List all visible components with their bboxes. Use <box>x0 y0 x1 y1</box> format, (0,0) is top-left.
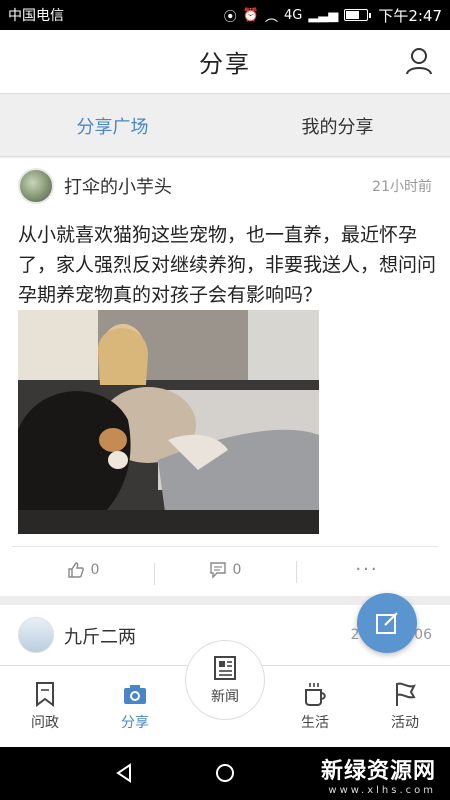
nav-label: 活动 <box>391 715 419 731</box>
tab-my-share[interactable]: 我的分享 <box>225 95 450 156</box>
tab-share-square[interactable]: 分享广场 <box>0 95 225 156</box>
post-header: 打伞的小芋头 21小时前 <box>18 166 432 206</box>
nav-label: 分享 <box>121 715 149 731</box>
nav-item-news[interactable]: 新闻 <box>185 640 265 720</box>
back-icon[interactable] <box>115 763 135 783</box>
post-actions: 0 0 ··· <box>12 546 438 592</box>
newspaper-icon <box>214 656 236 680</box>
post-author[interactable]: 九斤二两 <box>64 623 136 649</box>
post-text: 从小就喜欢猫狗这些宠物，也一直养，最近怀孕了，家人强烈反对继续养狗，非要我送人，… <box>18 224 437 306</box>
compose-button[interactable] <box>357 593 417 653</box>
nav-item-activity[interactable]: 活动 <box>365 680 445 732</box>
nav-label: 新闻 <box>211 689 239 705</box>
nav-item-wenzheng[interactable]: 问政 <box>5 680 85 732</box>
more-icon: ··· <box>355 559 379 580</box>
avatar[interactable] <box>18 168 54 204</box>
post-author[interactable]: 打伞的小芋头 <box>64 173 372 199</box>
cup-icon <box>305 683 326 706</box>
watermark-title: 新绿资源网 <box>320 759 436 784</box>
nav-item-share[interactable]: 分享 <box>95 680 175 732</box>
system-nav-bar: 新绿资源网 www.xlhs.com <box>0 747 450 800</box>
status-bar: 中国电信 ⦿ ⏰ ︵ 4G ▂▃▅ 下午2:47 <box>0 0 450 30</box>
battery-fill <box>346 11 360 19</box>
page-title: 分享 <box>199 50 251 78</box>
status-icons: ⦿ ⏰ ︵ 4G ▂▃▅ 下午2:47 <box>224 5 442 26</box>
nav-label: 问政 <box>31 715 59 731</box>
location-icon: ⦿ <box>223 9 237 25</box>
wifi-icon: ︵ <box>264 9 278 25</box>
thumbs-up-icon <box>67 561 84 578</box>
battery-icon <box>344 9 372 21</box>
tab-bar: 分享广场 我的分享 <box>0 95 450 157</box>
network-label: 4G <box>283 7 303 23</box>
post-photo[interactable] <box>18 310 319 534</box>
home-icon[interactable] <box>215 763 235 783</box>
post-card[interactable]: 打伞的小芋头 21小时前 从小就喜欢猫狗这些宠物，也一直养，最近怀孕了，家人强烈… <box>0 158 450 596</box>
comment-button[interactable]: 0 <box>154 561 296 585</box>
like-button[interactable]: 0 <box>12 561 154 579</box>
clock: 下午2:47 <box>378 6 442 25</box>
nav-item-life[interactable]: 生活 <box>275 680 355 732</box>
nav-label: 生活 <box>301 715 329 731</box>
photo-illustration <box>18 310 319 534</box>
comment-count: 0 <box>232 561 242 578</box>
bookmark-icon <box>36 682 54 707</box>
camera-icon <box>124 685 146 704</box>
post-time: 21小时前 <box>372 179 432 195</box>
carrier-label: 中国电信 <box>8 8 64 24</box>
more-button[interactable]: ··· <box>296 559 438 583</box>
header: 分享 <box>0 30 450 94</box>
comment-icon <box>209 561 226 579</box>
avatar[interactable] <box>18 617 54 653</box>
alarm-icon: ⏰ <box>242 7 259 23</box>
edit-icon <box>376 612 398 634</box>
like-count: 0 <box>90 561 100 578</box>
user-icon[interactable] <box>404 46 434 76</box>
flag-icon <box>396 682 416 706</box>
signal-icon: ▂▃▅ <box>308 7 339 23</box>
watermark-url: www.xlhs.com <box>328 785 436 796</box>
watermark: 新绿资源网 www.xlhs.com <box>321 753 436 796</box>
